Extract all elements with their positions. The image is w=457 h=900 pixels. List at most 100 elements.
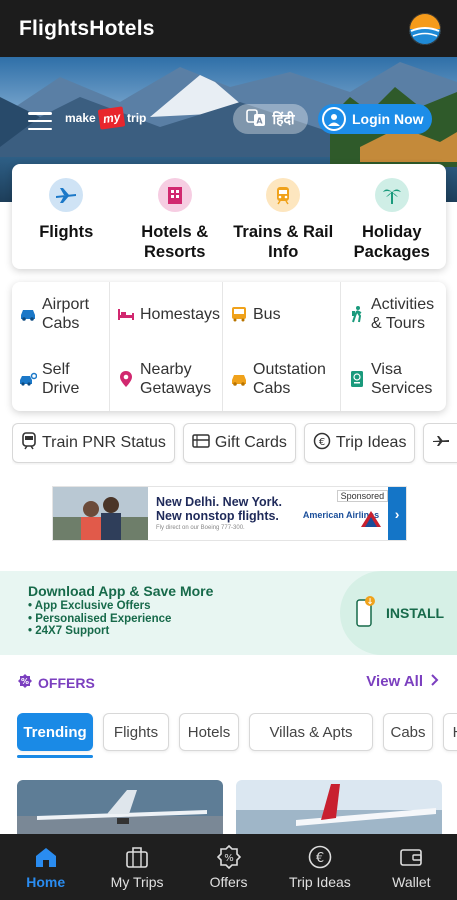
subcategory-label: Outstation Cabs	[253, 360, 326, 397]
svg-text:↓: ↓	[367, 597, 374, 606]
ad-title: New Delhi. New York. New nonstop flights…	[156, 495, 282, 523]
chip-label: Gift Cards	[214, 434, 287, 451]
car-icon	[19, 305, 37, 323]
install-button[interactable]: ↓ INSTALL	[340, 571, 457, 655]
offer-airplane-image	[17, 780, 223, 836]
app-logo-icon[interactable]	[409, 12, 441, 45]
suitcase-icon	[124, 844, 150, 870]
svg-text:A: A	[257, 116, 264, 125]
login-label: Login Now	[352, 111, 424, 127]
offer-badge-icon: %	[18, 674, 32, 691]
bed-icon	[117, 305, 135, 323]
sponsored-ad-banner[interactable]: New Delhi. New York. New nonstop flights…	[52, 486, 407, 541]
active-tab-indicator	[17, 755, 93, 758]
tab-flights[interactable]: Flights	[103, 713, 169, 751]
ad-photo	[53, 487, 148, 540]
view-all-label: View All	[366, 673, 423, 690]
makemytrip-logo: make my trip	[65, 106, 147, 130]
subcategory-self-drive[interactable]: Self Drive	[12, 346, 110, 411]
subcategory-outstation-cabs[interactable]: Outstation Cabs	[223, 346, 341, 411]
language-toggle-button[interactable]: A हिंदी	[233, 104, 308, 134]
phone-download-icon: ↓	[354, 594, 376, 633]
subcategory-homestays[interactable]: Homestays	[110, 282, 223, 347]
subcategory-visa-services[interactable]: Visa Services	[341, 347, 446, 412]
tab-more[interactable]: H	[443, 713, 457, 751]
quick-links-row: Train PNR Status Gift Cards € Trip Ideas	[12, 423, 457, 465]
translate-icon: A	[246, 108, 266, 130]
nav-wallet[interactable]: Wallet	[366, 834, 457, 900]
tab-villas-apts[interactable]: Villas & Apts	[249, 713, 373, 751]
category-trains[interactable]: Trains & Rail Info	[229, 164, 338, 269]
airplane-icon	[49, 178, 84, 212]
offer-tabs: Trending Flights Hotels Villas & Apts Ca…	[17, 713, 457, 759]
download-benefits-list: App Exclusive Offers Personalised Experi…	[28, 600, 172, 638]
location-pin-icon	[117, 370, 135, 388]
nav-label: My Trips	[110, 874, 164, 890]
gift-card-icon	[192, 433, 210, 453]
offer-card-1[interactable]	[17, 780, 223, 836]
brand-text-right: trip	[127, 111, 147, 125]
subcategory-nearby-getaways[interactable]: Nearby Getaways	[110, 346, 223, 411]
category-label: Trains & Rail Info	[233, 223, 334, 261]
offer-card-2[interactable]	[236, 780, 442, 836]
chip-label: Train PNR Status	[42, 434, 166, 451]
subcategory-label: Self Drive	[42, 360, 80, 397]
wallet-icon	[398, 844, 424, 870]
nav-label: Trip Ideas	[289, 874, 351, 890]
install-label: INSTALL	[386, 605, 445, 621]
svg-text:%: %	[21, 677, 29, 686]
menu-icon[interactable]	[28, 112, 52, 130]
nav-offers[interactable]: % Offers	[183, 834, 274, 900]
nav-my-trips[interactable]: My Trips	[91, 834, 182, 900]
category-hotels[interactable]: Hotels & Resorts	[121, 164, 230, 269]
svg-text:€: €	[316, 851, 324, 866]
palm-tree-icon	[374, 178, 409, 212]
view-all-link[interactable]: View All	[366, 673, 439, 690]
svg-text:€: €	[319, 437, 325, 448]
ad-brand-block: Sponsored American Airlines	[297, 487, 389, 540]
chip-train-pnr-status[interactable]: Train PNR Status	[12, 423, 175, 463]
nav-label: Offers	[209, 874, 248, 890]
chip-trip-ideas[interactable]: € Trip Ideas	[303, 423, 416, 463]
offers-header: % OFFERS View All	[0, 672, 457, 696]
tab-cabs[interactable]: Cabs	[383, 713, 433, 751]
ad-next-arrow-icon[interactable]: ›	[388, 487, 406, 540]
benefit-item: App Exclusive Offers	[28, 600, 171, 613]
tab-hotels[interactable]: Hotels	[179, 713, 239, 751]
category-label: Holiday Packages	[353, 223, 430, 261]
subcategory-activities[interactable]: Activities & Tours	[341, 282, 446, 347]
login-button[interactable]: Login Now	[318, 104, 432, 134]
brand-text-left: make	[65, 111, 96, 125]
tab-trending[interactable]: Trending	[17, 713, 93, 751]
ad-sponsored-badge: Sponsored	[336, 490, 389, 502]
subcategory-bus[interactable]: Bus	[223, 282, 341, 347]
train-icon	[266, 178, 301, 212]
app-title: FlightsHotels	[19, 16, 155, 40]
chip-gift-cards[interactable]: Gift Cards	[182, 423, 296, 463]
hiker-icon	[348, 305, 366, 323]
offers-title-text: OFFERS	[38, 674, 95, 691]
offer-airplane-image	[236, 780, 442, 836]
offer-badge-icon: %	[216, 844, 242, 870]
nav-home[interactable]: Home	[0, 834, 91, 900]
self-drive-icon	[19, 370, 37, 388]
primary-categories-card: Flights Hotels & Resorts Trains & Rail I…	[12, 164, 446, 269]
category-flights[interactable]: Flights	[12, 164, 121, 269]
svg-text:%: %	[224, 853, 234, 864]
ad-text-block: New Delhi. New York. New nonstop flights…	[148, 487, 297, 540]
benefit-item: 24X7 Support	[28, 625, 171, 638]
download-title: Download App & Save More	[28, 583, 214, 599]
nav-trip-ideas[interactable]: € Trip Ideas	[274, 834, 365, 900]
nav-label: Home	[26, 874, 66, 890]
hero-toolbar: make my trip A हिंदी Login Now	[0, 102, 457, 138]
chip-label: Trip Ideas	[335, 434, 407, 451]
subcategory-label: Activities & Tours	[371, 296, 435, 333]
bottom-navigation: Home My Trips % Offers € Trip Ideas Wall…	[0, 834, 457, 900]
subcategory-airport-cabs[interactable]: Airport Cabs	[12, 282, 110, 347]
user-icon	[322, 107, 346, 131]
download-app-banner: Download App & Save More App Exclusive O…	[0, 571, 457, 655]
language-label: हिंदी	[272, 110, 295, 127]
ad-subtitle: Fly direct on our Boeing 777-300.	[156, 525, 245, 531]
chip-more[interactable]	[423, 423, 457, 463]
category-holiday-packages[interactable]: Holiday Packages	[338, 164, 447, 269]
